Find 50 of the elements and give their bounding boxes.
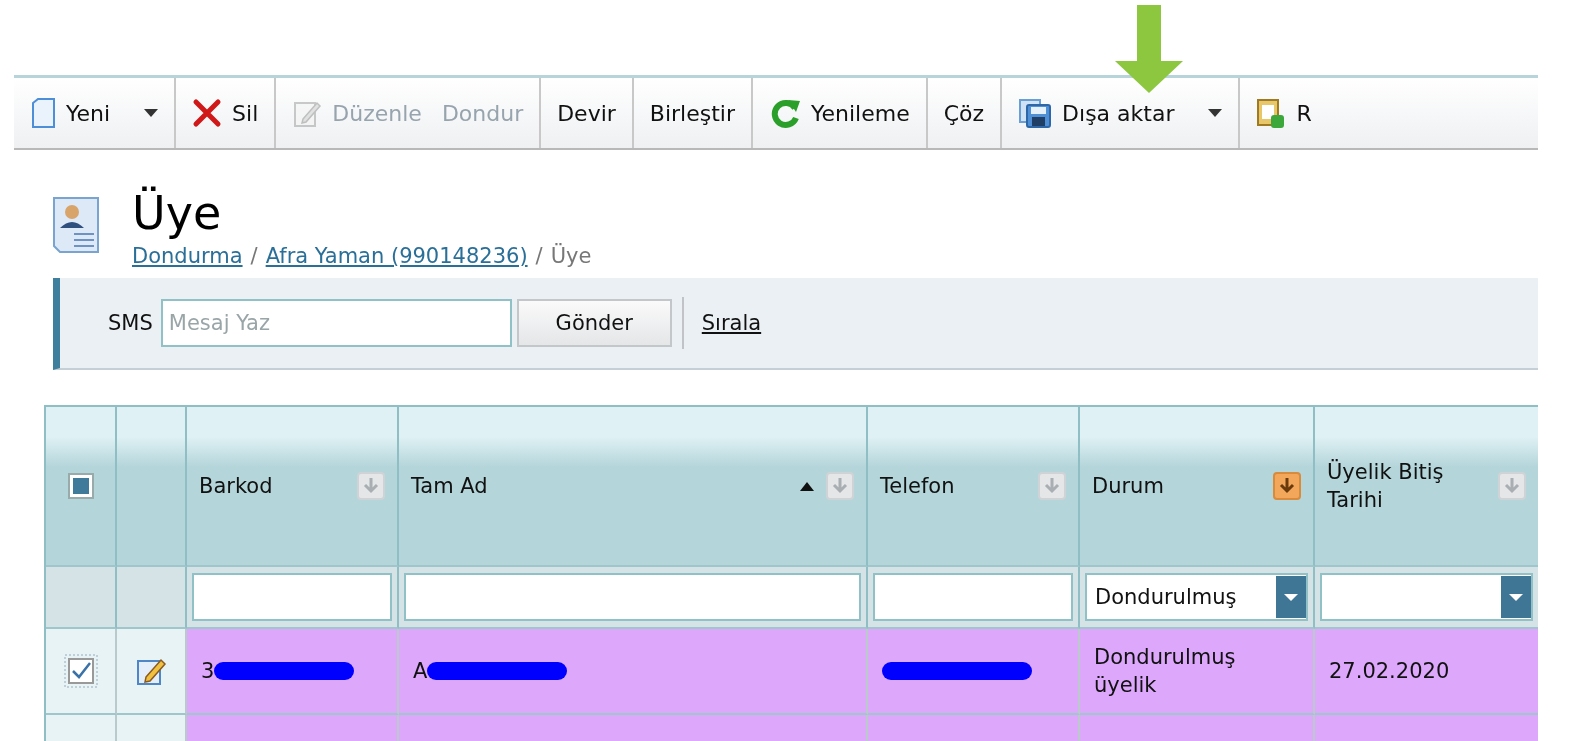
column-label: Durum — [1092, 473, 1165, 500]
caret-icon — [1208, 109, 1223, 117]
toolbar-button[interactable]: Yenileme — [759, 91, 920, 135]
column-label: Üyelik Bitiş Tarihi — [1327, 458, 1445, 514]
column-header[interactable]: Telefon — [868, 407, 1080, 567]
column-header[interactable]: Durum — [1080, 407, 1315, 567]
dropdown-icon[interactable] — [1276, 576, 1306, 618]
table-cell: Dondurulmuş üyelik — [1080, 629, 1315, 715]
breadcrumb-current: Üye — [550, 244, 592, 268]
filter-field[interactable] — [192, 573, 392, 621]
floppy-icon — [1018, 97, 1053, 129]
toolbar-button[interactable]: Devir — [547, 94, 626, 132]
row-checkbox[interactable] — [63, 654, 98, 688]
down-arrow-icon — [1115, 5, 1183, 93]
column-header[interactable]: Tam Ad — [399, 407, 868, 567]
send-button[interactable]: Gönder — [516, 299, 672, 347]
column-header[interactable]: Barkod — [187, 407, 399, 567]
filter-dropdown[interactable]: Dondurulmuş — [1085, 573, 1308, 621]
filter-field[interactable] — [404, 573, 861, 621]
breadcrumb-separator: / — [535, 244, 543, 268]
toolbar-button[interactable]: R — [1246, 91, 1322, 135]
select-all-checkbox[interactable] — [67, 473, 94, 499]
toolbar-button[interactable]: Dışa aktar — [1008, 91, 1233, 135]
filter-menu-icon[interactable] — [1273, 472, 1301, 500]
filter-field[interactable] — [873, 573, 1073, 621]
column-header[interactable]: Üyelik Bitiş Tarihi — [1315, 407, 1538, 567]
breadcrumb-link[interactable]: Dondurma — [132, 244, 243, 268]
column-label: Barkod — [199, 473, 274, 500]
filter-dropdown[interactable] — [1320, 573, 1533, 621]
toolbar-button[interactable]: Yeni — [20, 92, 169, 134]
breadcrumb-separator: / — [250, 244, 258, 268]
cell-text: A — [413, 659, 428, 683]
toolbar-button[interactable]: Sil — [182, 92, 269, 134]
breadcrumb-link[interactable]: Afra Yaman (990148236) — [265, 244, 528, 268]
sort-link[interactable]: Sırala — [701, 311, 762, 335]
refresh-icon — [769, 97, 801, 129]
table-cell: 27.02.2020 — [1315, 629, 1538, 715]
clipboard-icon — [1256, 97, 1287, 129]
page-icon — [30, 98, 56, 128]
caret-icon — [144, 109, 159, 117]
sms-label: SMS — [108, 311, 153, 335]
toolbar-button[interactable]: Çöz — [933, 94, 995, 132]
close-icon — [192, 98, 223, 128]
dropdown-icon[interactable] — [1501, 576, 1531, 618]
cell-text: 3 — [201, 659, 215, 683]
page-title: Üye — [132, 188, 223, 238]
toolbar-button[interactable]: Birleştir — [639, 94, 745, 132]
message-field[interactable]: Mesaj Yaz — [160, 299, 512, 347]
column-label: Telefon — [880, 473, 956, 500]
column-label: Tam Ad — [411, 473, 489, 500]
